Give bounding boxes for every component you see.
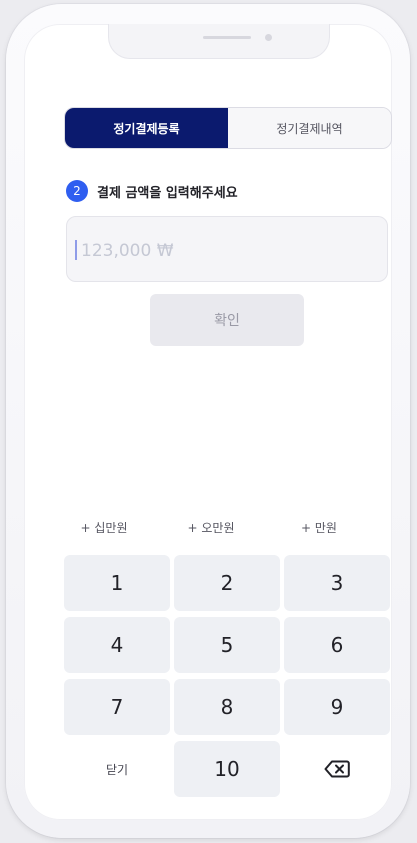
camera-dot [265,34,272,41]
step-instruction: 결제 금액을 입력해주세요 [97,185,238,201]
key-7[interactable]: 7 [64,679,170,735]
key-10[interactable]: 10 [174,741,280,797]
speaker-grille [203,36,251,39]
payment-tabs: 정기결제등록 정기결제내역 [64,107,392,149]
key-1[interactable]: 1 [64,555,170,611]
step-number-badge: 2 [66,180,88,202]
close-keypad-button[interactable]: 닫기 [64,741,170,797]
add-10k-button[interactable]: + 만원 [264,519,374,536]
phone-screen: 정기결제등록 정기결제내역 2 결제 금액을 입력해주세요 확인 + 십만원 +… [24,24,392,820]
key-6[interactable]: 6 [284,617,390,673]
confirm-button[interactable]: 확인 [150,294,304,346]
text-caret [75,240,77,260]
backspace-icon [324,760,350,778]
notch [108,24,330,59]
step-heading: 2 결제 금액을 입력해주세요 [66,180,238,202]
key-5[interactable]: 5 [174,617,280,673]
amount-field[interactable] [66,216,388,282]
tab-register[interactable]: 정기결제등록 [65,108,228,148]
tab-history[interactable]: 정기결제내역 [228,108,391,148]
key-4[interactable]: 4 [64,617,170,673]
key-8[interactable]: 8 [174,679,280,735]
backspace-button[interactable] [284,741,390,797]
phone-frame: 정기결제등록 정기결제내역 2 결제 금액을 입력해주세요 확인 + 십만원 +… [6,4,410,838]
add-100k-button[interactable]: + 십만원 [49,519,159,536]
key-3[interactable]: 3 [284,555,390,611]
key-2[interactable]: 2 [174,555,280,611]
amount-input[interactable] [79,233,373,269]
add-50k-button[interactable]: + 오만원 [156,519,266,536]
key-9[interactable]: 9 [284,679,390,735]
